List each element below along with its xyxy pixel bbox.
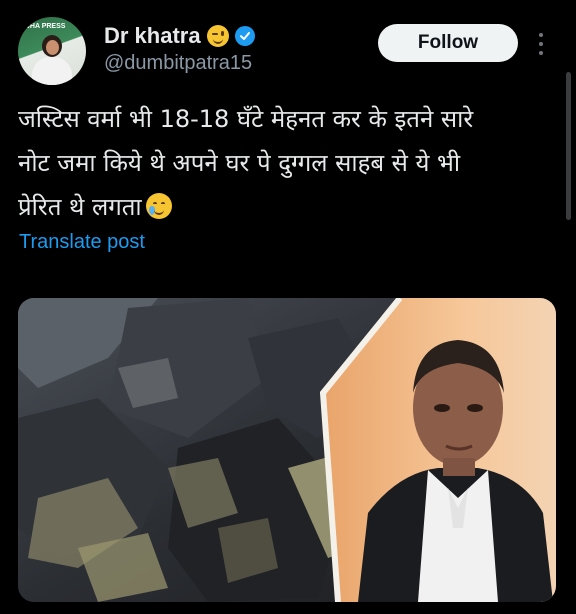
avatar[interactable]: JHA PRESS xyxy=(18,17,86,85)
post-body: जस्टिस वर्मा भी 18-18 घँटे मेहनत कर के इ… xyxy=(18,105,474,221)
previous-content-edge: · · · · · · · · · · · · xyxy=(100,0,300,5)
author-name-row: Dr khatra xyxy=(104,21,255,51)
author-handle[interactable]: @dumbitpatra15 xyxy=(104,52,252,75)
translate-post-link[interactable]: Translate post xyxy=(19,231,145,254)
smiling-face-with-tear-emoji-icon xyxy=(145,193,172,219)
post-image[interactable] xyxy=(18,298,556,602)
more-vertical-icon[interactable] xyxy=(536,33,546,55)
follow-button[interactable]: Follow xyxy=(378,24,518,62)
post-image-graphic xyxy=(18,298,556,602)
scrollbar[interactable] xyxy=(566,72,571,220)
winking-face-emoji-icon xyxy=(206,25,229,47)
post-text: जस्टिस वर्मा भी 18-18 घँटे मेहनत कर के इ… xyxy=(18,97,548,229)
verified-badge-icon[interactable] xyxy=(234,26,255,46)
avatar-logo-text: JHA PRESS xyxy=(26,23,66,30)
author-display-name[interactable]: Dr khatra xyxy=(104,23,201,49)
